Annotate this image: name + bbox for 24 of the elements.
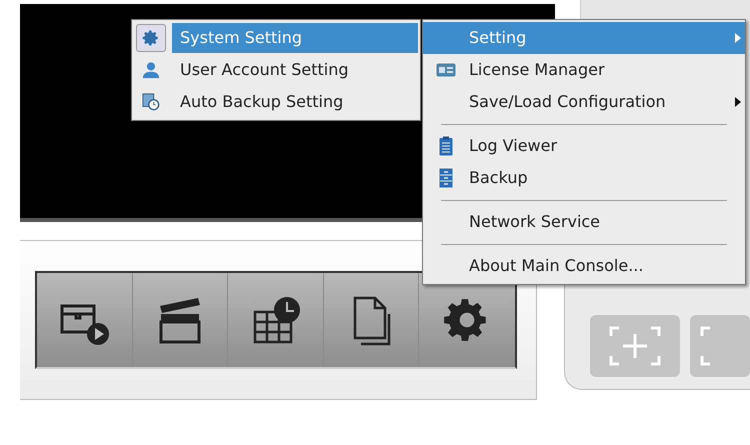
clapperboard-button[interactable] <box>132 273 228 367</box>
schedule-button[interactable] <box>228 273 324 367</box>
submenu-arrow-icon <box>735 97 741 107</box>
clipboard-icon <box>439 136 453 156</box>
submenu-arrow-icon <box>735 33 741 43</box>
calendar-clock-icon <box>142 93 160 111</box>
menu-item[interactable]: User Account Setting <box>172 55 418 85</box>
menu-item[interactable]: About Main Console... <box>423 250 745 282</box>
frame-corner-icon <box>700 326 712 366</box>
menu-item[interactable]: Setting <box>423 22 745 54</box>
menu-item[interactable]: Network Service <box>423 206 745 238</box>
menu-item[interactable]: Log Viewer <box>423 130 745 162</box>
menu-item[interactable]: Auto Backup Setting <box>172 87 418 117</box>
cabinet-icon <box>439 168 453 188</box>
menu-item[interactable]: License Manager <box>423 54 745 86</box>
playback-button[interactable] <box>37 273 133 367</box>
menu-item[interactable]: Backup <box>423 162 745 194</box>
user-icon <box>142 61 160 79</box>
add-frame-icon <box>609 326 661 366</box>
document-button[interactable] <box>324 273 420 367</box>
id-card-icon <box>436 63 456 77</box>
menu-item[interactable]: Save/Load Configuration <box>423 86 745 118</box>
menu-item[interactable]: System Setting <box>172 23 418 53</box>
gear-icon <box>142 29 160 47</box>
